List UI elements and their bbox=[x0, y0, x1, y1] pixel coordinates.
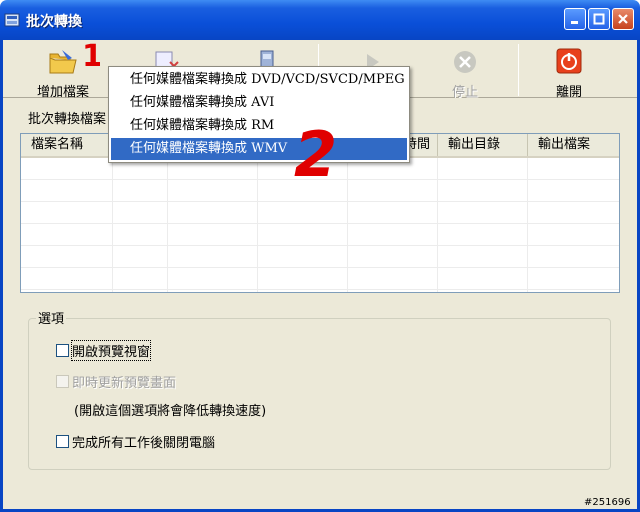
open-preview-option[interactable]: 開啟預覽視窗 bbox=[56, 339, 152, 361]
minimize-button[interactable] bbox=[564, 8, 586, 30]
power-icon bbox=[556, 48, 582, 74]
shutdown-label: 完成所有工作後關閉電腦 bbox=[72, 435, 216, 451]
window-title: 批次轉換 bbox=[26, 14, 82, 30]
exit-button[interactable]: 離開 bbox=[534, 46, 604, 100]
watermark: #251696 bbox=[584, 497, 631, 508]
realtime-preview-checkbox[interactable] bbox=[56, 374, 69, 388]
open-preview-checkbox[interactable] bbox=[56, 343, 69, 357]
shutdown-checkbox[interactable] bbox=[56, 434, 69, 448]
add-files-label: 增加檔案 bbox=[36, 85, 89, 100]
options-group-title: 選項 bbox=[36, 308, 67, 327]
add-files-button[interactable]: 增加檔案 bbox=[28, 46, 98, 100]
menu-item-rm[interactable]: 任何媒體檔案轉換成 RM bbox=[111, 115, 407, 137]
realtime-preview-option[interactable]: 即時更新預覽畫面 bbox=[56, 372, 177, 391]
grid-line bbox=[21, 179, 619, 180]
stop-icon bbox=[454, 51, 476, 73]
title-bar[interactable]: 批次轉換 bbox=[0, 0, 640, 40]
column-output-dir[interactable]: 輸出目錄 bbox=[438, 134, 528, 156]
toolbar-separator bbox=[518, 44, 519, 96]
convert-format-menu: 任何媒體檔案轉換成 DVD/VCD/SVCD/MPEG 任何媒體檔案轉換成 AV… bbox=[108, 66, 410, 163]
exit-label: 離開 bbox=[555, 85, 582, 100]
column-file-name[interactable]: 檔案名稱 bbox=[21, 134, 113, 156]
grid-line bbox=[21, 245, 619, 246]
stop-button[interactable]: 停止 bbox=[430, 46, 500, 100]
stop-label: 停止 bbox=[451, 85, 478, 100]
grid-line bbox=[21, 267, 619, 268]
performance-note: (開啟這個選項將會降低轉換速度) bbox=[74, 404, 267, 419]
column-output-file[interactable]: 輸出檔案 bbox=[528, 134, 619, 156]
grid-line bbox=[21, 223, 619, 224]
grid-line bbox=[21, 289, 619, 290]
close-button[interactable] bbox=[612, 8, 634, 30]
folder-add-icon bbox=[49, 50, 77, 74]
app-icon bbox=[4, 13, 20, 27]
grid-line bbox=[21, 201, 619, 202]
open-preview-label: 開啟預覽視窗 bbox=[70, 339, 152, 361]
maximize-button[interactable] bbox=[588, 8, 610, 30]
minimize-icon bbox=[571, 21, 578, 24]
menu-item-dvd[interactable]: 任何媒體檔案轉換成 DVD/VCD/SVCD/MPEG bbox=[111, 69, 407, 91]
maximize-icon bbox=[593, 13, 605, 25]
menu-item-avi[interactable]: 任何媒體檔案轉換成 AVI bbox=[111, 92, 407, 114]
realtime-preview-label: 即時更新預覽畫面 bbox=[72, 375, 177, 391]
batch-files-label: 批次轉換檔案 bbox=[28, 112, 107, 127]
shutdown-option[interactable]: 完成所有工作後關閉電腦 bbox=[56, 432, 216, 451]
menu-item-wmv[interactable]: 任何媒體檔案轉換成 WMV bbox=[111, 138, 407, 160]
close-icon bbox=[618, 14, 628, 24]
